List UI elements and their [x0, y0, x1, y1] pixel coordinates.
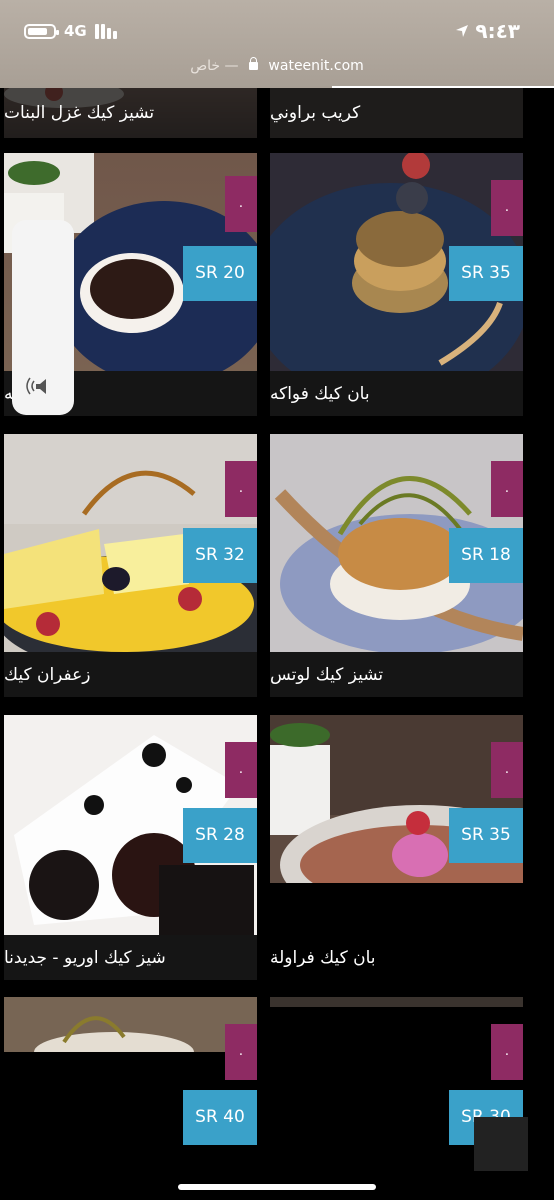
product-card-partial-left[interactable]: تشيز كيك غزل البنات	[4, 88, 257, 138]
home-indicator[interactable]	[178, 1184, 376, 1190]
price-tag: SR 35	[449, 808, 523, 863]
price-tag: SR 40	[183, 1090, 257, 1145]
status-badge: .	[491, 742, 523, 798]
product-name: كريب براوني	[270, 88, 523, 138]
right-margin	[529, 88, 554, 1200]
status-badge: .	[225, 461, 257, 517]
price-tag: SR 35	[449, 246, 523, 301]
lock-icon	[248, 57, 258, 70]
location-arrow-icon	[456, 25, 469, 37]
clock: ٩:٤٣	[475, 19, 520, 43]
private-label: خاص	[190, 58, 221, 74]
browser-status-bar: 4G ٩:٤٣ خاص — wateenit.com	[0, 0, 554, 88]
product-card-row4-left[interactable]: . SR 40	[4, 997, 257, 1197]
status-badge: .	[491, 180, 523, 236]
status-badge: .	[491, 461, 523, 517]
product-name: تشيز كيك لوتس	[270, 652, 523, 697]
battery-icon	[24, 23, 59, 39]
volume-hud	[12, 220, 74, 415]
status-badge: .	[491, 1024, 523, 1080]
product-card-oreo-cheesecake[interactable]: . SR 28 شيز كيك اوريو - جديدنا	[4, 715, 257, 981]
product-image	[270, 997, 523, 1007]
price-tag: SR 20	[183, 246, 257, 301]
product-card-strawberry-pancake[interactable]: . SR 35 بان كيك فراولة	[270, 715, 523, 980]
status-left: 4G	[24, 22, 117, 40]
product-card-fruit-pancake[interactable]: . SR 35 بان كيك فواكه	[270, 153, 523, 418]
product-card-lotus-cheesecake[interactable]: . SR 18 تشيز كيك لوتس	[270, 434, 523, 699]
status-right: ٩:٤٣	[455, 19, 520, 43]
product-card-saffron-cake[interactable]: . SR 32 زعفران كيك	[4, 434, 257, 699]
product-name: تشيز كيك غزل البنات	[4, 88, 257, 138]
product-name: بان كيك فراولة	[270, 947, 376, 968]
price-tag: SR 18	[449, 528, 523, 583]
signal-bars-icon	[94, 23, 117, 39]
product-name: زعفران كيك	[4, 652, 257, 697]
status-badge: .	[225, 176, 257, 232]
price-tag: SR 28	[183, 808, 257, 863]
url-separator: —	[224, 58, 239, 74]
status-badge: .	[225, 742, 257, 798]
price-tag: SR 32	[183, 528, 257, 583]
product-card-partial-right[interactable]: كريب براوني	[270, 88, 523, 138]
scroll-to-top-button[interactable]	[474, 1117, 528, 1171]
speaker-icon	[26, 377, 46, 395]
product-name: شيز كيك اوريو - جديدنا	[4, 935, 257, 980]
url-text: wateenit.com	[268, 58, 364, 74]
dessert-photo	[4, 997, 257, 1052]
product-image	[4, 997, 257, 1052]
network-label: 4G	[64, 22, 87, 40]
url-bar[interactable]: خاص — wateenit.com	[0, 57, 554, 74]
product-name: بان كيك فواكه	[270, 371, 523, 416]
status-badge: .	[225, 1024, 257, 1080]
